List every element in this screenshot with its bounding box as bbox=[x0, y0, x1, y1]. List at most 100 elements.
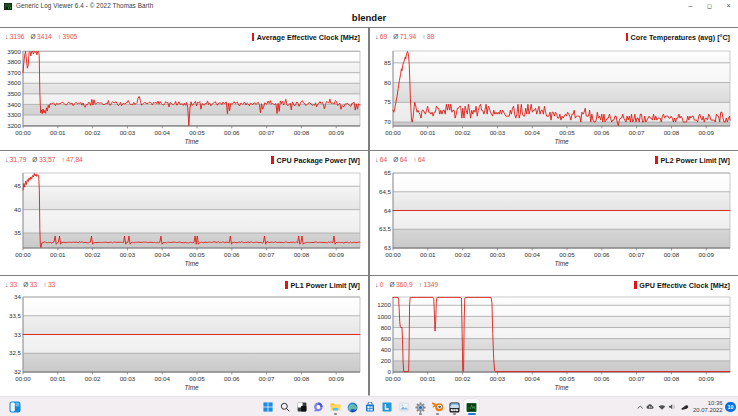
plot-band bbox=[23, 210, 360, 233]
active-app-indicator bbox=[468, 413, 476, 414]
taskbar-start-button[interactable] bbox=[260, 400, 275, 415]
x-axis-label: 00:08 bbox=[664, 251, 680, 258]
x-axis-label: 00:04 bbox=[524, 129, 540, 136]
x-axis-label: 00:03 bbox=[120, 251, 136, 258]
x-axis-label: 00:05 bbox=[559, 251, 575, 258]
notification-count-badge[interactable]: 10 bbox=[725, 402, 736, 413]
chart-plot: 6564,56463,56300:0000:0100:0200:0300:040… bbox=[370, 151, 738, 275]
y-axis-label: 3200 bbox=[7, 122, 21, 129]
x-axis-label: 00:01 bbox=[50, 375, 66, 382]
x-axis-label: 00:01 bbox=[420, 375, 436, 382]
chart-plot: 12001000800600400200000:0000:0100:0200:0… bbox=[370, 276, 738, 396]
plot-band bbox=[23, 115, 360, 126]
minimize-button[interactable]: – bbox=[681, 0, 700, 12]
x-axis-label: 00:02 bbox=[455, 251, 471, 258]
y-axis-label: 1200 bbox=[377, 301, 391, 308]
x-axis-label: 00:00 bbox=[15, 251, 31, 258]
taskbar-l-app-button[interactable] bbox=[379, 400, 394, 415]
x-axis-label: 00:04 bbox=[154, 375, 170, 382]
taskbar-search-button[interactable] bbox=[277, 400, 292, 415]
x-axis-label: 00:09 bbox=[698, 375, 714, 382]
y-axis-label: 3900 bbox=[7, 48, 21, 55]
window-title: Generic Log Viewer 6.4 - © 2022 Thomas B… bbox=[16, 0, 153, 12]
y-axis-label: 3700 bbox=[7, 69, 21, 76]
y-axis-label: 40 bbox=[14, 206, 21, 213]
x-axis-label: 00:04 bbox=[154, 251, 170, 258]
x-axis-label: 00:04 bbox=[154, 129, 170, 136]
plot-band bbox=[393, 173, 730, 192]
pen-input-icon[interactable] bbox=[680, 404, 689, 411]
x-axis-label: 00:00 bbox=[15, 375, 31, 382]
chart-cell-pl1-power-limit-w[interactable]: ↓33Ø33↑33PL1 Power Limit [W]3433,53332,5… bbox=[0, 276, 368, 396]
photos-icon bbox=[399, 402, 409, 412]
x-axis-label: 00:05 bbox=[189, 129, 205, 136]
x-axis-title: Time bbox=[554, 260, 569, 267]
x-axis-label: 00:02 bbox=[85, 375, 101, 382]
x-axis-label: 00:02 bbox=[85, 129, 101, 136]
x-axis-label: 00:02 bbox=[85, 251, 101, 258]
windows-start-icon bbox=[263, 402, 273, 412]
x-axis-label: 00:02 bbox=[455, 129, 471, 136]
teams-chat-icon bbox=[313, 402, 324, 412]
edge-browser-icon bbox=[347, 402, 358, 413]
tray-clock[interactable]: 10:36 20.07.2022 bbox=[693, 400, 722, 414]
taskbar-chat-button[interactable] bbox=[311, 400, 326, 415]
x-axis-label: 00:03 bbox=[120, 375, 136, 382]
taskbar-task-view-button[interactable] bbox=[294, 400, 309, 415]
blender-icon bbox=[432, 402, 444, 412]
chart-cell-pl2-power-limit-w[interactable]: ↓64Ø64↑64PL2 Power Limit [W]6564,56463,5… bbox=[370, 151, 738, 275]
chart-cell-average-effective-clock-mhz[interactable]: ↓3196Ø3414↑3905Average Effective Clock [… bbox=[0, 28, 368, 150]
chart-plot: 3900380037003600350034003300320000:0000:… bbox=[0, 28, 368, 150]
window-controls: – ◻ × bbox=[681, 0, 738, 12]
plot-band bbox=[393, 305, 730, 316]
x-axis-label: 00:01 bbox=[50, 129, 66, 136]
widgets-weather-icon[interactable] bbox=[7, 400, 22, 415]
y-axis-label: 85 bbox=[384, 59, 391, 66]
y-axis-label: 200 bbox=[381, 357, 392, 364]
x-axis-label: 00:06 bbox=[594, 251, 610, 258]
x-axis-label: 00:06 bbox=[224, 251, 240, 258]
y-axis-label: 63,5 bbox=[379, 225, 392, 232]
chart-cell-cpu-package-power-w[interactable]: ↓31,79Ø33,57↑47,84CPU Package Power [W]4… bbox=[0, 151, 368, 275]
plot-band bbox=[23, 52, 360, 63]
task-view-icon bbox=[297, 402, 307, 412]
x-axis-label: 00:09 bbox=[698, 251, 714, 258]
y-axis-label: 80 bbox=[384, 79, 391, 86]
x-axis-title: Time bbox=[184, 138, 199, 145]
y-axis-label: 34 bbox=[14, 293, 21, 300]
y-axis-label: 64 bbox=[384, 207, 391, 214]
chart-cell-core-temperatures-avg-c[interactable]: ↓69Ø71,94↑88Core Temperatures (avg) [°C]… bbox=[370, 28, 738, 150]
chart-cell-gpu-effective-clock-mhz[interactable]: ↓0Ø360,9↑1349GPU Effective Clock [MHz]12… bbox=[370, 276, 738, 396]
y-axis-label: 45 bbox=[14, 182, 21, 189]
system-tray: 10:36 20.07.2022 10 bbox=[636, 397, 736, 416]
x-axis-label: 00:03 bbox=[490, 251, 506, 258]
taskbar-edge-button[interactable] bbox=[345, 400, 360, 415]
wifi-icon[interactable] bbox=[658, 404, 666, 411]
tray-chevron-up-icon[interactable] bbox=[637, 404, 644, 411]
x-axis-label: 00:03 bbox=[490, 129, 506, 136]
y-axis-label: 70 bbox=[384, 118, 391, 125]
store-icon bbox=[365, 402, 375, 412]
x-axis-label: 00:05 bbox=[189, 375, 205, 382]
x-axis-label: 00:09 bbox=[328, 129, 344, 136]
plot-band bbox=[393, 350, 730, 361]
speaker-icon[interactable] bbox=[668, 403, 677, 411]
onedrive-cloud-icon[interactable] bbox=[646, 403, 655, 411]
y-axis-label: 33,5 bbox=[9, 312, 22, 319]
x-axis-label: 00:00 bbox=[385, 251, 401, 258]
x-axis-title: Time bbox=[554, 384, 569, 391]
x-axis-label: 00:04 bbox=[524, 251, 540, 258]
close-button[interactable]: × bbox=[719, 0, 738, 12]
x-axis-label: 00:01 bbox=[50, 251, 66, 258]
open-app-indicator bbox=[436, 413, 439, 414]
taskbar-photos-button[interactable] bbox=[396, 400, 411, 415]
y-axis-label: 3400 bbox=[7, 101, 21, 108]
taskbar-microsoft-store-button[interactable] bbox=[362, 400, 377, 415]
y-axis-label: 3800 bbox=[7, 58, 21, 65]
x-axis-label: 00:00 bbox=[385, 129, 401, 136]
x-axis-label: 00:05 bbox=[189, 251, 205, 258]
maximize-button[interactable]: ◻ bbox=[700, 0, 719, 12]
x-axis-label: 00:08 bbox=[294, 375, 310, 382]
x-axis-label: 00:06 bbox=[594, 129, 610, 136]
app-logo-icon bbox=[4, 3, 12, 10]
